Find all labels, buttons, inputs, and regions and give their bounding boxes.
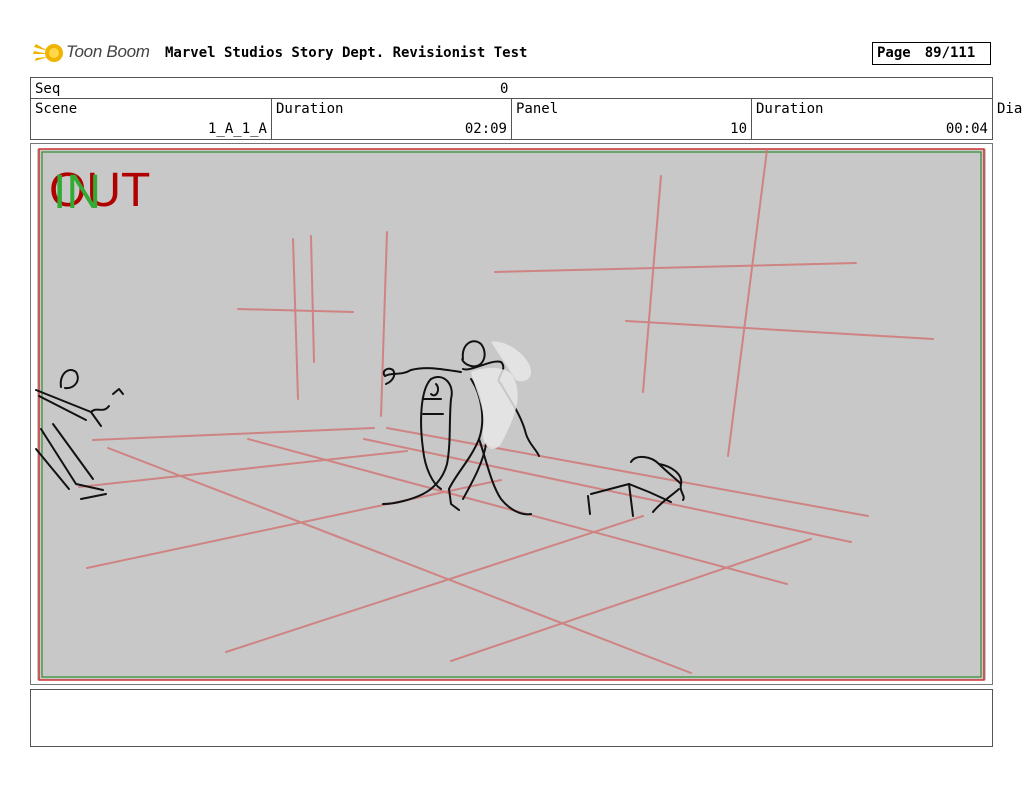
document-title: Marvel Studios Story Dept. Revisionist T… (165, 45, 528, 61)
scene-duration-label: Duration (276, 101, 344, 117)
page-label: Page (877, 45, 911, 61)
page-number: 89/111 (924, 45, 976, 61)
panel-drawing: OUT IN (35, 148, 986, 681)
panel-duration-label: Duration (756, 101, 824, 117)
page-indicator: Page 89/111 (872, 42, 991, 65)
seq-label: Seq (35, 81, 61, 97)
scene-value: 1_A_1_A (207, 121, 267, 137)
dialogue-label: Dia (997, 101, 1023, 117)
scene-cell: Scene 1_A_1_A (31, 99, 272, 139)
storyboard-panel: OUT IN (30, 143, 993, 685)
scene-info-table: Seq 0 Scene 1_A_1_A Duration 02:09 Panel… (30, 77, 993, 140)
seq-row: Seq 0 (31, 78, 992, 99)
in-label: IN (53, 166, 101, 219)
panel-value: 10 (730, 121, 747, 137)
seq-value: 0 (500, 81, 509, 97)
scene-label: Scene (35, 101, 78, 117)
panel-cell: Panel 10 (512, 99, 752, 139)
panel-duration-value: 00:04 (945, 121, 988, 137)
scene-duration-cell: Duration 02:09 (272, 99, 512, 139)
scene-duration-value: 02:09 (464, 121, 507, 137)
panel-label: Panel (516, 101, 559, 117)
logo-text: Toon Boom (66, 42, 150, 61)
panel-duration-cell: Duration 00:04 (752, 99, 992, 139)
notes-box[interactable] (30, 689, 993, 747)
